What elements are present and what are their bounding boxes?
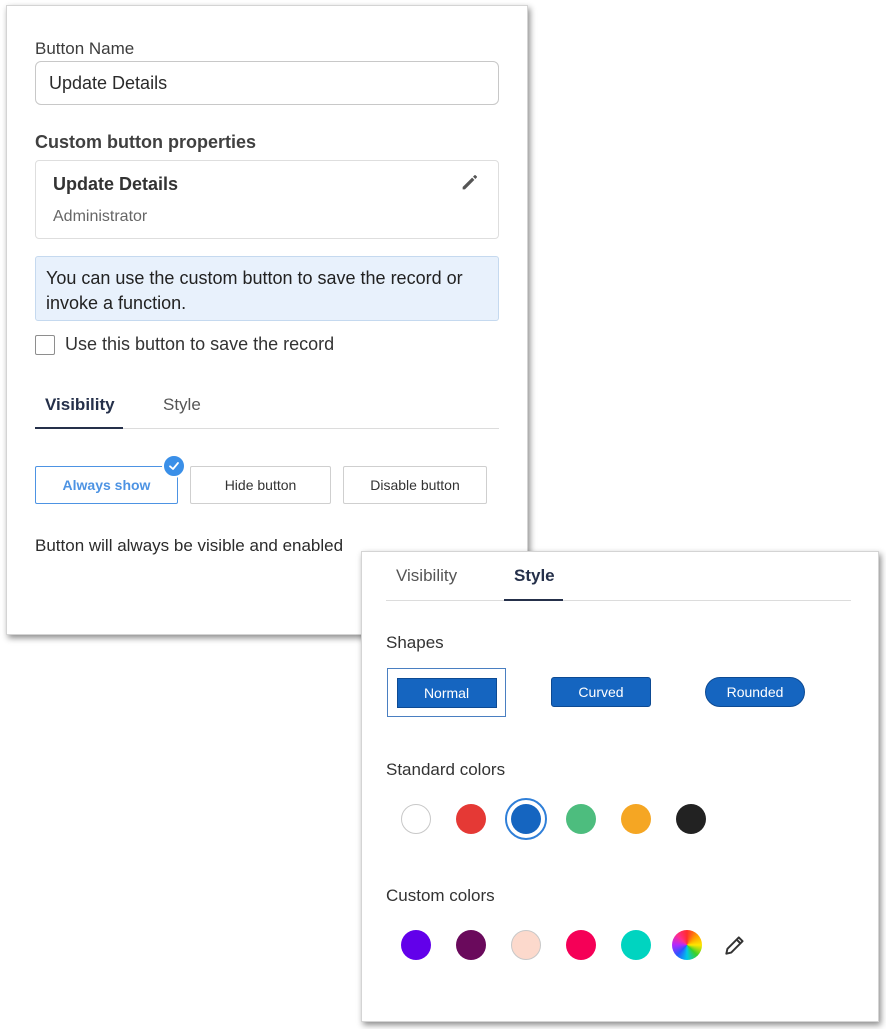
always-show-button[interactable]: Always show [35, 466, 178, 504]
card-title: Update Details [53, 174, 179, 194]
shape-rounded-option[interactable]: Rounded [705, 677, 805, 707]
save-record-checkbox-row[interactable]: Use this button to save the record [35, 334, 334, 355]
shape-normal-preview: Normal [396, 677, 497, 708]
panel1-tab-bar: Visibility Style [35, 391, 499, 429]
button-name-value: Update Details [49, 72, 168, 93]
selected-check-icon [162, 454, 186, 478]
hide-button-option[interactable]: Hide button [190, 466, 331, 504]
custom-swatch-plum[interactable] [456, 930, 486, 960]
save-record-checkbox-label: Use this button to save the record [65, 334, 335, 354]
shapes-heading: Shapes [386, 633, 444, 652]
active-tab-indicator [504, 599, 563, 601]
custom-swatch-violet[interactable] [401, 930, 431, 960]
shape-curved-option[interactable]: Curved [551, 677, 651, 707]
pencil-icon[interactable] [722, 932, 748, 958]
visibility-description: Button will always be visible and enable… [35, 536, 344, 555]
shape-normal-option[interactable]: Normal [387, 668, 506, 717]
button-name-input[interactable]: Update Details [35, 61, 499, 105]
color-swatch-red[interactable] [456, 804, 486, 834]
active-tab-indicator [35, 427, 123, 429]
style-settings-panel: Visibility Style Shapes Normal Curved Ro… [361, 551, 879, 1022]
custom-swatch-pink[interactable] [566, 930, 596, 960]
custom-properties-title: Custom button properties [35, 132, 256, 152]
color-wheel-icon[interactable] [672, 930, 702, 960]
tab-visibility[interactable]: Visibility [396, 566, 457, 586]
card-subtitle: Administrator [53, 208, 148, 225]
custom-colors-heading: Custom colors [386, 886, 495, 905]
button-settings-panel: Button Name Update Details Custom button… [6, 5, 528, 635]
color-swatch-white[interactable] [401, 804, 431, 834]
save-record-checkbox[interactable] [35, 334, 55, 355]
disable-button-option[interactable]: Disable button [343, 466, 487, 504]
tab-style[interactable]: Style [514, 566, 555, 586]
tab-visibility[interactable]: Visibility [45, 395, 115, 415]
standard-colors-heading: Standard colors [386, 760, 506, 779]
panel2-tab-bar: Visibility Style [386, 564, 851, 601]
color-swatch-blue[interactable] [511, 804, 541, 834]
color-swatch-green[interactable] [566, 804, 596, 834]
info-message: You can use the custom button to save th… [35, 256, 499, 321]
color-swatch-orange[interactable] [621, 804, 651, 834]
tab-style[interactable]: Style [163, 395, 201, 415]
custom-properties-card: Update Details Administrator [35, 160, 499, 239]
custom-swatch-teal[interactable] [621, 930, 651, 960]
pencil-icon[interactable] [459, 171, 481, 193]
button-name-label: Button Name [35, 39, 135, 58]
color-swatch-black[interactable] [676, 804, 706, 834]
custom-swatch-peach[interactable] [511, 930, 541, 960]
